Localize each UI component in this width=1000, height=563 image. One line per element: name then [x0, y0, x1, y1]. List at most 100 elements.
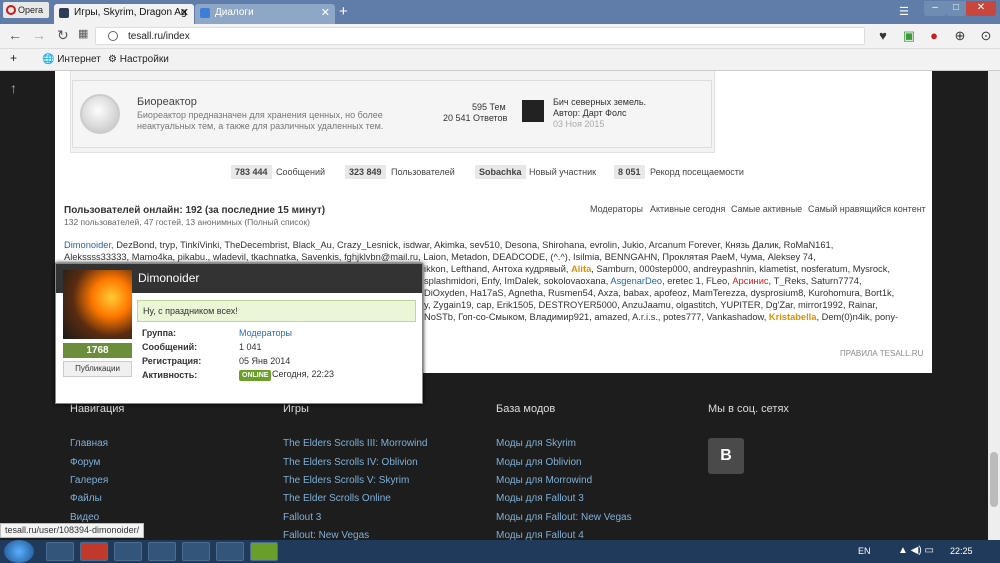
footer-link[interactable]: The Elder Scrolls Online	[283, 493, 391, 504]
forum-skull-icon	[80, 94, 120, 134]
footer-link[interactable]: Моды для Fallout: New Vegas	[496, 512, 632, 523]
download-icon[interactable]: ⊕	[951, 27, 969, 45]
taskbar-app-icon[interactable]	[250, 542, 278, 561]
address-bar[interactable]: tesall.ru/index	[95, 27, 865, 45]
opera-logo-icon	[6, 5, 16, 15]
online-users-subtitle[interactable]: 132 пользователей, 47 гостей, 13 анонимн…	[64, 217, 310, 227]
minimize-button[interactable]: –	[924, 1, 946, 16]
footer-link[interactable]: Главная	[70, 438, 108, 449]
stat-label: Сообщений	[276, 167, 325, 177]
hovercard-username[interactable]: Dimonoider	[138, 271, 199, 285]
link-most-liked[interactable]: Самый нравящийся контент	[808, 204, 926, 214]
footer-link[interactable]: The Elders Scrolls IV: Oblivion	[283, 457, 418, 468]
dialogs-favicon-icon	[200, 8, 210, 18]
stat-value: 783 444	[231, 165, 272, 179]
footer-link[interactable]: Моды для Oblivion	[496, 457, 582, 468]
hovercard-avatar[interactable]	[63, 270, 132, 339]
taskbar-app-icon[interactable]	[114, 542, 142, 561]
site-info-icon[interactable]	[108, 31, 118, 41]
forum-topics-count: 595 Тем	[472, 102, 506, 112]
taskbar-app-icon[interactable]	[216, 542, 244, 561]
maximize-button[interactable]: □	[946, 1, 966, 16]
activity-label: Активность:	[142, 370, 198, 380]
forward-icon[interactable]: →	[32, 27, 46, 43]
taskbar-app-icon[interactable]	[182, 542, 210, 561]
bookmark-internet[interactable]: 🌐 Интернет	[42, 54, 101, 65]
opera-menu-button[interactable]: Opera	[3, 2, 49, 18]
footer-link[interactable]: Моды для Morrowind	[496, 475, 592, 486]
back-icon[interactable]: ←	[8, 27, 22, 43]
group-value[interactable]: Модераторы	[239, 328, 292, 338]
language-indicator[interactable]: EN	[858, 546, 871, 556]
footer-link[interactable]: Моды для Skyrim	[496, 438, 576, 449]
online-users-line[interactable]: ikkon, Lefthand, Антоха кудрявый, Alita,…	[424, 264, 924, 274]
online-users-line[interactable]: Alekssss33333, Mamo4ka, pikabu., wladevi…	[64, 252, 924, 262]
stat-value: 323 849	[345, 165, 386, 179]
online-users-line[interactable]: y, Zygain19, cap, Erik1505, DESTROYER500…	[424, 300, 924, 310]
new-tab-button[interactable]: +	[339, 3, 348, 20]
footer-heading: Навигация	[70, 403, 125, 415]
menu-icon[interactable]: ⊙	[977, 27, 995, 45]
tab-menu-icon[interactable]: ☰	[899, 5, 909, 18]
close-tab-icon[interactable]: ✕	[180, 4, 189, 22]
reputation-badge: 1768	[63, 343, 132, 358]
posts-value: 1 041	[239, 342, 262, 352]
scrollbar-thumb[interactable]	[990, 452, 998, 507]
volume-icon[interactable]: ▲ ◀) ▭	[898, 545, 934, 556]
taskbar-app-icon[interactable]	[148, 542, 176, 561]
newest-member[interactable]: Sobachka	[475, 165, 526, 179]
adblock-icon[interactable]: ●	[925, 27, 943, 45]
online-users-line[interactable]: NoSTb, Гоп-со-Смыком, Владимир921, amaze…	[424, 312, 924, 322]
speed-dial-icon[interactable]: ▦	[78, 27, 88, 40]
last-post-avatar[interactable]	[522, 100, 544, 122]
footer-link[interactable]: Видео	[70, 512, 99, 523]
close-window-button[interactable]: ✕	[966, 1, 996, 16]
extension-icon[interactable]: ▣	[900, 27, 918, 45]
forum-description: неактуальных тем, а также для различных …	[137, 121, 384, 131]
clock[interactable]: 22:25	[950, 546, 973, 556]
vk-icon[interactable]: B	[708, 438, 744, 474]
tab-dialogs[interactable]: Диалоги ✕	[195, 4, 335, 24]
rules-link[interactable]: ПРАВИЛА TESALL.RU	[840, 349, 923, 358]
forum-posts-count: 20 541 Ответов	[443, 113, 508, 123]
footer-heading: Игры	[283, 403, 309, 415]
online-users-line[interactable]: DiOxyden, Ha17aS, Agnetha, Rusmen54, Axz…	[424, 288, 924, 298]
heart-icon[interactable]: ♥	[874, 27, 892, 45]
posts-label: Сообщений:	[142, 342, 198, 352]
footer-heading: База модов	[496, 403, 556, 415]
forum-title[interactable]: Биореактор	[137, 96, 197, 108]
online-users-line[interactable]: splashmidori, Enfy, ImDalek, sokolovaoxa…	[424, 276, 924, 286]
link-moderators[interactable]: Модераторы	[590, 204, 643, 214]
stat-label: Пользователей	[391, 167, 455, 177]
tab-tesall[interactable]: Игры, Skyrim, Dragon Ag ✕	[54, 4, 194, 24]
stat-value: 8 051	[614, 165, 645, 179]
link-most-active[interactable]: Самые активные	[731, 204, 802, 214]
footer-link[interactable]: The Elders Scrolls V: Skyrim	[283, 475, 409, 486]
last-post-title[interactable]: Бич северных земель.	[553, 97, 646, 107]
add-bookmark-icon[interactable]: +	[10, 51, 17, 65]
close-tab-icon[interactable]: ✕	[321, 4, 330, 22]
link-active-today[interactable]: Активные сегодня	[650, 204, 725, 214]
registration-value: 05 Янв 2014	[239, 356, 291, 366]
online-users-line[interactable]: Dimonoider, DezBond, tryp, TinkiVinki, T…	[64, 240, 924, 250]
reload-icon[interactable]: ↻	[57, 27, 69, 44]
last-post-author[interactable]: Автор: Дарт Фолс	[553, 108, 627, 118]
online-users-title: Пользователей онлайн: 192 (за последние …	[64, 205, 326, 216]
address-text[interactable]: tesall.ru/index	[128, 31, 190, 42]
status-message: Ну, с праздником всех!	[137, 300, 416, 322]
start-button[interactable]	[4, 540, 34, 563]
opera-taskbar-icon[interactable]	[80, 542, 108, 561]
footer-link[interactable]: Галерея	[70, 475, 108, 486]
taskbar-app-icon[interactable]	[46, 542, 74, 561]
footer-link[interactable]: Форум	[70, 457, 100, 468]
bookmark-settings[interactable]: ⚙ Настройки	[108, 54, 169, 65]
stat-label: Новый участник	[529, 167, 597, 177]
footer-heading: Мы в соц. сетях	[708, 403, 789, 415]
footer-link[interactable]: Файлы	[70, 493, 102, 504]
forum-description: Биореактор предназначен для хранения цен…	[137, 110, 383, 120]
footer-link[interactable]: The Elders Scrolls III: Morrowind	[283, 438, 428, 449]
scroll-up-icon[interactable]: ↑	[10, 80, 17, 96]
publications-button[interactable]: Публикации	[63, 361, 132, 377]
footer-link[interactable]: Моды для Fallout 3	[496, 493, 584, 504]
footer-link[interactable]: Fallout 3	[283, 512, 321, 523]
